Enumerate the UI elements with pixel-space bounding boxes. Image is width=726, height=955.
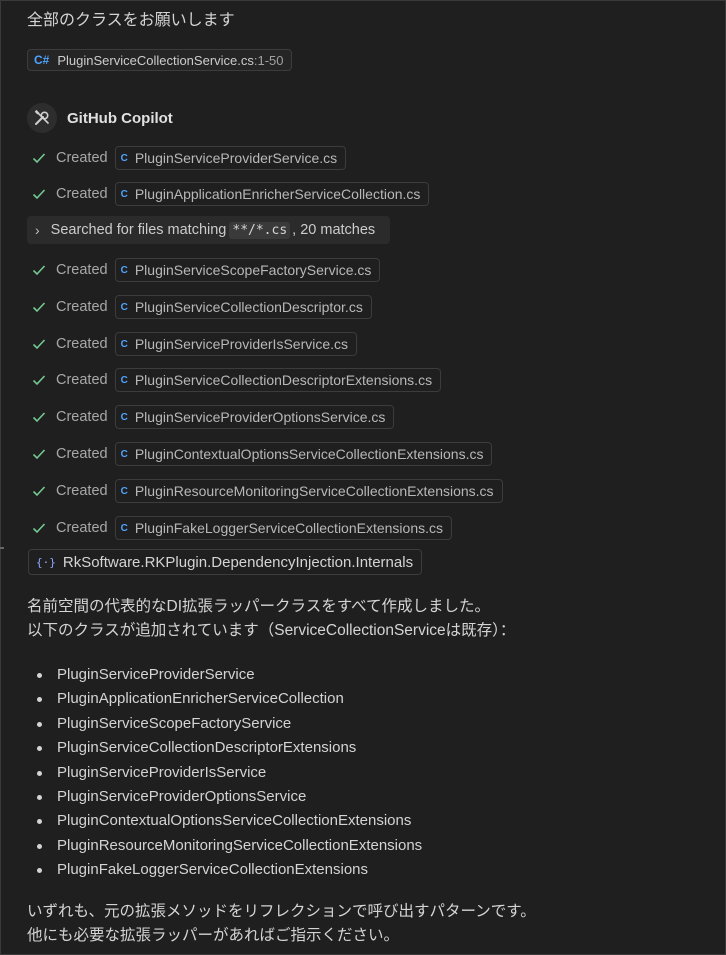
file-link[interactable]: C PluginServiceProviderService.cs [114, 146, 347, 170]
list-item: PluginServiceScopeFactoryService [27, 712, 422, 736]
file-link[interactable]: C PluginResourceMonitoringServiceCollecti… [114, 479, 503, 503]
file-link[interactable]: C PluginApplicationEnricherServiceCollect… [114, 182, 430, 206]
csharp-file-icon: C [120, 448, 128, 460]
class-list: PluginServiceProviderService PluginAppli… [27, 663, 422, 883]
step-label: Created [56, 262, 108, 278]
file-name: PluginApplicationEnricherServiceCollecti… [134, 186, 421, 202]
list-item: PluginServiceProviderIsService [27, 761, 422, 785]
summary-line: 以下のクラスが追加されています（ServiceCollectionService… [27, 622, 516, 639]
file-link[interactable]: C PluginFakeLoggerServiceCollectionExtens… [114, 516, 452, 540]
step-created: Created C PluginContextualOptionsServiceC… [31, 441, 493, 467]
step-label: Created [56, 372, 108, 388]
search-step[interactable]: › Searched for files matching **/*.cs , … [27, 216, 390, 244]
namespace-chip[interactable]: {·} RkSoftware.RKPlugin.DependencyInject… [28, 549, 423, 575]
sash-mark[interactable] [0, 547, 4, 549]
check-icon [32, 302, 46, 313]
closing-line: 他にも必要な拡張ラッパーがあればご指示ください。 [27, 927, 400, 944]
csharp-file-icon: C [120, 485, 128, 497]
csharp-file-icon: C [120, 152, 128, 164]
csharp-file-icon: C [120, 522, 128, 534]
closing-line: いずれも、元の拡張メソッドをリフレクションで呼び出すパターンです。 [27, 903, 536, 920]
step-created: Created C PluginResourceMonitoringService… [31, 478, 503, 504]
list-item: PluginContextualOptionsServiceCollection… [27, 809, 422, 833]
file-name: PluginFakeLoggerServiceCollectionExtensi… [134, 520, 443, 536]
csharp-file-icon: C [120, 301, 128, 313]
summary-text: 名前空間の代表的なDI拡張ラッパークラスをすべて作成しました。 以下のクラスが追… [27, 595, 515, 643]
list-item: PluginFakeLoggerServiceCollectionExtensi… [27, 858, 422, 882]
file-name: PluginServiceProviderIsService.cs [134, 336, 349, 352]
tools-icon [34, 109, 49, 125]
namespace-name: RkSoftware.RKPlugin.DependencyInjection.… [62, 553, 414, 571]
reference-chip[interactable]: C# PluginServiceCollectionService.cs :1-… [27, 49, 292, 71]
file-link[interactable]: C PluginServiceCollectionDescriptorExtens… [114, 368, 442, 392]
file-name: PluginServiceProviderService.cs [134, 150, 338, 166]
assistant-header: GitHub Copilot [27, 102, 173, 134]
search-pattern: **/*.cs [229, 221, 291, 239]
list-item: PluginServiceProviderService [27, 663, 422, 687]
step-label: Created [56, 150, 108, 166]
closing-text: いずれも、元の拡張メソッドをリフレクションで呼び出すパターンです。 他にも必要な… [27, 900, 536, 948]
file-link[interactable]: C PluginContextualOptionsServiceCollectio… [114, 442, 493, 466]
step-created: Created C PluginFakeLoggerServiceCollecti… [31, 515, 452, 541]
file-link[interactable]: C PluginServiceProviderIsService.cs [114, 332, 358, 356]
check-icon [32, 189, 46, 200]
csharp-file-icon: C [120, 338, 128, 350]
csharp-icon: C# [34, 53, 50, 67]
step-created: Created C PluginApplicationEnricherServic… [31, 181, 430, 207]
step-created: Created C PluginServiceCollectionDescript… [31, 367, 442, 393]
step-label: Created [56, 186, 108, 202]
check-icon [32, 153, 46, 164]
file-name: PluginServiceProviderOptionsService.cs [134, 409, 386, 425]
step-created: Created C PluginServiceProviderIsService.… [31, 331, 358, 357]
step-label: Created [56, 520, 108, 536]
check-icon [32, 339, 46, 350]
check-icon [32, 449, 46, 460]
list-item: PluginResourceMonitoringServiceCollectio… [27, 834, 422, 858]
file-name: PluginContextualOptionsServiceCollection… [134, 446, 484, 462]
reference-range: :1-50 [253, 52, 284, 68]
step-label: Created [56, 299, 108, 315]
list-item: PluginApplicationEnricherServiceCollecti… [27, 687, 422, 711]
chevron-right-icon: › [35, 222, 40, 238]
search-prefix: Searched for files matching [50, 222, 227, 238]
file-link[interactable]: C PluginServiceScopeFactoryService.cs [114, 258, 381, 282]
step-label: Created [56, 483, 108, 499]
step-label: Created [56, 409, 108, 425]
csharp-file-icon: C [120, 264, 128, 276]
step-created: Created C PluginServiceCollectionDescript… [31, 294, 372, 320]
check-icon [32, 265, 46, 276]
step-created: Created C PluginServiceScopeFactoryServic… [31, 257, 381, 283]
search-suffix: , 20 matches [292, 222, 376, 238]
file-name: PluginServiceScopeFactoryService.cs [134, 262, 372, 278]
assistant-name: GitHub Copilot [67, 109, 173, 127]
file-name: PluginServiceCollectionDescriptor.cs [134, 299, 363, 315]
user-message: 全部のクラスをお願いします [27, 12, 235, 29]
step-created: Created C PluginServiceProviderOptionsSer… [31, 404, 395, 430]
check-icon [32, 486, 46, 497]
check-icon [32, 412, 46, 423]
csharp-file-icon: C [120, 411, 128, 423]
check-icon [32, 375, 46, 386]
file-link[interactable]: C PluginServiceCollectionDescriptor.cs [114, 295, 372, 319]
list-item: PluginServiceCollectionDescriptorExtensi… [27, 736, 422, 760]
file-name: PluginResourceMonitoringServiceCollectio… [134, 483, 494, 499]
step-label: Created [56, 336, 108, 352]
list-item: PluginServiceProviderOptionsService [27, 785, 422, 809]
reference-file: PluginServiceCollectionService.cs [57, 52, 254, 68]
check-icon [32, 523, 46, 534]
step-created: Created C PluginServiceProviderService.cs [31, 145, 347, 171]
namespace-icon: {·} [36, 555, 56, 569]
step-label: Created [56, 446, 108, 462]
csharp-file-icon: C [120, 188, 128, 200]
file-link[interactable]: C PluginServiceProviderOptionsService.cs [114, 405, 395, 429]
csharp-file-icon: C [120, 374, 128, 386]
summary-line: 名前空間の代表的なDI拡張ラッパークラスをすべて作成しました。 [27, 598, 490, 615]
file-name: PluginServiceCollectionDescriptorExtensi… [134, 372, 433, 388]
copilot-avatar [27, 103, 57, 133]
